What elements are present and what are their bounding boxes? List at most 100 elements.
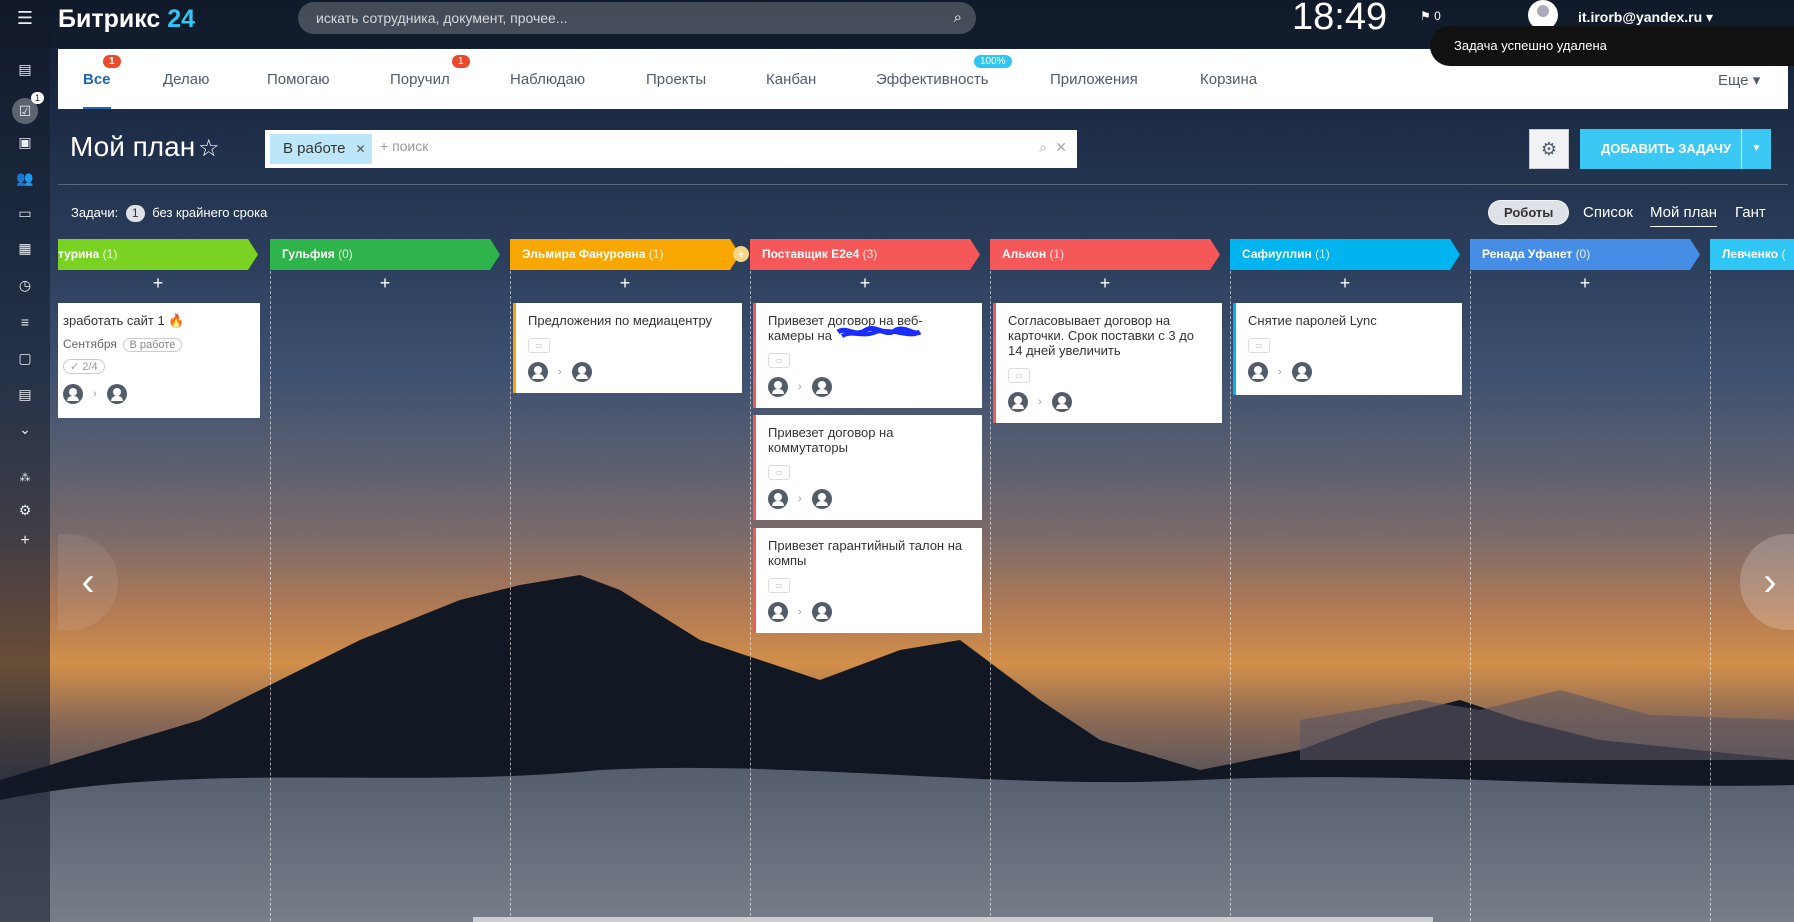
redaction-scribble: [836, 326, 922, 338]
card-title[interactable]: Согласовывает договор на карточки. Срок …: [1008, 313, 1210, 358]
avatar[interactable]: [811, 489, 832, 509]
avatar[interactable]: [768, 377, 788, 397]
column-header[interactable]: Поставщик Е2е4 (3): [750, 239, 980, 270]
star-icon[interactable]: ☆: [198, 134, 220, 163]
settings-button[interactable]: ⚙: [1529, 129, 1569, 169]
clock-icon[interactable]: ◷: [15, 277, 35, 293]
add-task-button[interactable]: ДОБАВИТЬ ЗАДАЧУ ▼: [1580, 129, 1771, 169]
tab-efficiency[interactable]: Эффективность 100%: [876, 55, 1012, 88]
window-icon[interactable]: ▢: [15, 350, 35, 366]
calendar-icon[interactable]: ▭: [528, 338, 550, 353]
search-icon[interactable]: ⌕: [954, 9, 962, 26]
chat-icon[interactable]: ▣: [15, 134, 35, 150]
drive-icon[interactable]: ▭: [15, 205, 35, 221]
column-header[interactable]: Гульфия (0): [270, 239, 500, 270]
avatar[interactable]: [63, 384, 83, 404]
tab-more[interactable]: Еще ▾: [1718, 71, 1760, 89]
avatar[interactable]: [106, 384, 127, 404]
task-card[interactable]: Снятие паролей Lync ▭ ›: [1233, 303, 1462, 395]
tab-projects[interactable]: Проекты: [646, 71, 706, 88]
counter-badge[interactable]: 1: [125, 205, 145, 222]
avatar[interactable]: [1008, 392, 1028, 412]
structure-icon[interactable]: ⁂: [15, 470, 35, 486]
task-card[interactable]: зработать сайт 1 🔥 Сентября В работе ✓ 2…: [58, 303, 260, 418]
hamburger-icon[interactable]: ☰: [15, 9, 35, 27]
add-task-plus[interactable]: +: [1230, 273, 1460, 294]
tab-doing[interactable]: Делаю: [163, 71, 209, 88]
tab-assigned[interactable]: Поручил 1: [390, 55, 470, 88]
tab-watching[interactable]: Наблюдаю: [510, 71, 585, 88]
tab-badge: 100%: [974, 55, 1012, 68]
calendar-icon[interactable]: ▭: [1008, 368, 1030, 383]
tab-badge: 1: [452, 55, 470, 68]
task-card[interactable]: Привезет договор на коммутаторы ▭ ›: [753, 415, 982, 520]
card-title[interactable]: Снятие паролей Lync: [1248, 313, 1450, 328]
notification-toast: Задача успешно удалена: [1430, 26, 1794, 66]
tab-kanban[interactable]: Канбан: [766, 71, 816, 88]
add-task-plus[interactable]: +: [58, 273, 258, 294]
add-task-plus[interactable]: +: [270, 273, 500, 294]
kanban-column: Гульфия (0) +: [270, 239, 500, 922]
robots-button[interactable]: Роботы: [1488, 200, 1570, 225]
add-task-plus[interactable]: +: [1470, 273, 1700, 294]
avatar[interactable]: [571, 362, 592, 382]
calendar-icon[interactable]: ▭: [768, 353, 790, 368]
search-icon[interactable]: ⌕: [1039, 139, 1047, 156]
view-gantt[interactable]: Гант: [1735, 204, 1766, 221]
add-icon[interactable]: +: [15, 533, 35, 549]
avatar[interactable]: [811, 377, 832, 397]
column-header[interactable]: Левченко (: [1710, 239, 1794, 270]
filter-search-input[interactable]: [380, 138, 880, 154]
tab-all[interactable]: Все 1: [83, 55, 121, 109]
close-icon[interactable]: ✕: [355, 142, 365, 156]
logo[interactable]: Битрикс 24: [58, 5, 195, 34]
column-header[interactable]: Эльмира Фануровна (1): [510, 239, 740, 270]
tab-applications[interactable]: Приложения: [1050, 71, 1138, 88]
avatar[interactable]: [1051, 392, 1072, 412]
add-task-plus[interactable]: +: [510, 273, 740, 294]
avatar[interactable]: [1291, 362, 1312, 382]
card-title[interactable]: Привезет гарантийный талон на компы: [768, 538, 970, 568]
card-title[interactable]: Предложения по медиацентру: [528, 313, 730, 328]
view-list[interactable]: Список: [1583, 204, 1633, 221]
filter-icon[interactable]: ≡: [15, 314, 35, 330]
calendar-icon[interactable]: ▭: [768, 465, 790, 480]
add-column-icon[interactable]: +: [733, 246, 749, 262]
more-down-icon[interactable]: ⌄: [15, 421, 35, 437]
global-search-input[interactable]: [298, 2, 918, 34]
column-header[interactable]: Сафиуллин (1): [1230, 239, 1460, 270]
tab-trash[interactable]: Корзина: [1200, 71, 1257, 88]
user-menu[interactable]: it.irorb@yandex.ru ▾: [1578, 9, 1713, 26]
task-card[interactable]: Привезет договор на веб-камеры на ▭ ›: [753, 303, 982, 408]
clear-icon[interactable]: ✕: [1055, 139, 1067, 156]
view-myplan[interactable]: Мой план: [1650, 204, 1718, 227]
avatar[interactable]: [768, 489, 788, 509]
add-task-plus[interactable]: +: [750, 273, 980, 294]
task-card[interactable]: Предложения по медиацентру ▭ ›: [513, 303, 742, 393]
global-search: ⌕: [298, 2, 976, 34]
column-header[interactable]: турина (1): [58, 239, 258, 270]
tab-helping[interactable]: Помогаю: [267, 71, 330, 88]
users-icon[interactable]: 👥: [15, 170, 35, 186]
avatar[interactable]: [768, 602, 788, 622]
column-header[interactable]: Алькон (1): [990, 239, 1220, 270]
task-card[interactable]: Согласовывает договор на карточки. Срок …: [993, 303, 1222, 423]
calendar-icon[interactable]: ▦: [15, 240, 35, 256]
calendar-icon[interactable]: ▭: [1248, 338, 1270, 353]
column-header[interactable]: Ренада Уфанет (0): [1470, 239, 1700, 270]
settings-icon[interactable]: ⚙: [15, 502, 35, 518]
flag-counter[interactable]: ⚑ 0: [1420, 9, 1441, 23]
horizontal-scrollbar[interactable]: [473, 917, 1433, 922]
avatar[interactable]: [811, 602, 832, 622]
task-card[interactable]: Привезет гарантийный талон на компы ▭ ›: [753, 528, 982, 633]
news-feed-icon[interactable]: ▤: [15, 61, 35, 77]
avatar[interactable]: [1248, 362, 1268, 382]
filter-chip[interactable]: В работе ✕: [270, 134, 372, 164]
chevron-down-icon[interactable]: ▼: [1741, 129, 1771, 169]
avatar[interactable]: [528, 362, 548, 382]
contact-card-icon[interactable]: ▤: [15, 386, 35, 402]
card-title[interactable]: зработать сайт 1 🔥: [63, 313, 248, 328]
add-task-plus[interactable]: +: [990, 273, 1220, 294]
card-title[interactable]: Привезет договор на коммутаторы: [768, 425, 970, 455]
calendar-icon[interactable]: ▭: [768, 578, 790, 593]
